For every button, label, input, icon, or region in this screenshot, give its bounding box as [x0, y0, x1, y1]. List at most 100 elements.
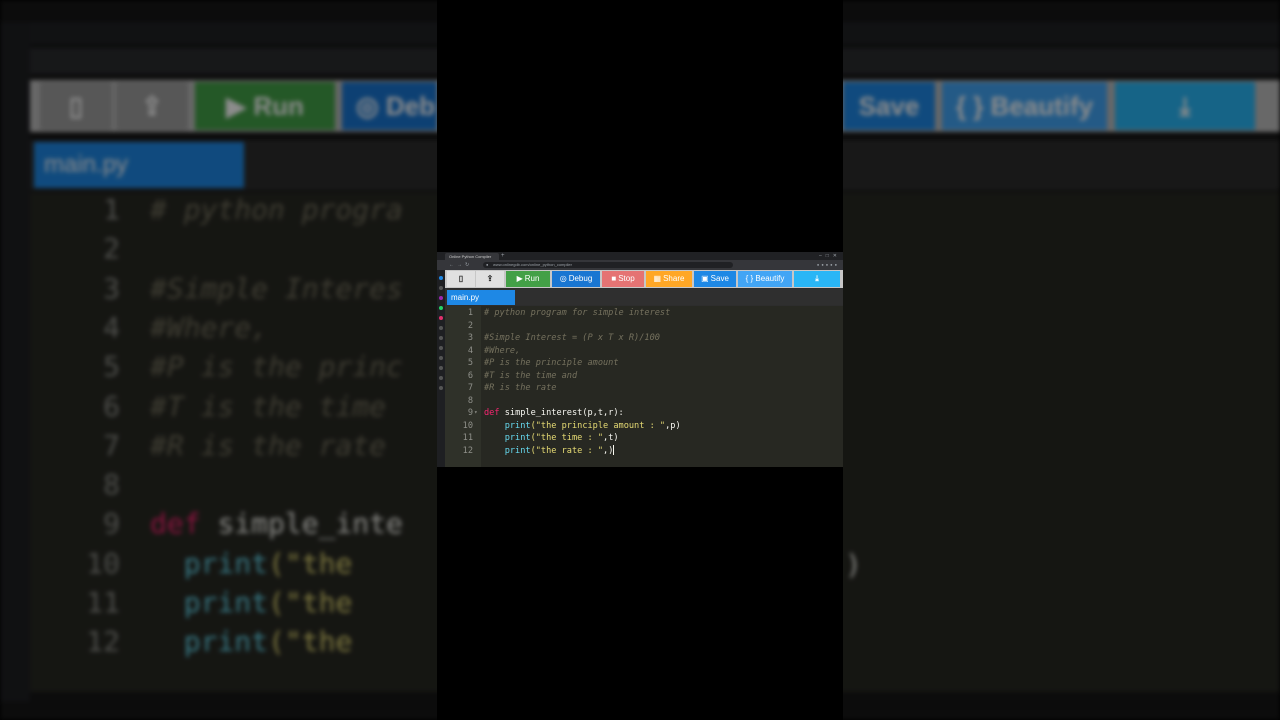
code-line: 5 #P is the principle amount	[445, 357, 843, 370]
line-number: 12	[462, 445, 473, 456]
share-button[interactable]: ▦ Share	[646, 271, 692, 287]
bg-line-number: 1	[103, 193, 120, 226]
browser-side-panel	[437, 270, 445, 467]
window-controls[interactable]: –□✕	[819, 252, 841, 260]
file-tab-row: main.py	[445, 289, 843, 305]
bg-code-line: 1 # python progra	[60, 193, 403, 226]
string-literal: ("the principle amount : "	[530, 420, 666, 431]
bg-upload-icon: ⇪	[116, 82, 188, 130]
code-text: print("the principle amount : ",p)	[484, 420, 681, 433]
bg-function-name: simple_inte	[217, 507, 403, 541]
whatsapp-icon[interactable]	[439, 306, 443, 310]
lock-icon: ●	[486, 262, 489, 267]
app-icon[interactable]	[439, 336, 443, 340]
bg-code-line: 5 #P is the princ	[60, 350, 403, 383]
bg-code-line: 8	[60, 468, 150, 501]
fold-arrow-icon: ▾	[474, 409, 478, 416]
bg-code-line: 12 print("the	[60, 625, 352, 658]
bg-code-line: 11 print("the	[60, 586, 352, 619]
bg-keyword: def	[150, 507, 218, 541]
params: (p,t,r):	[582, 408, 624, 418]
run-button[interactable]: ▶ Run	[506, 271, 550, 287]
bg-line-number: 10	[86, 546, 120, 580]
string-literal: ("the time : "	[530, 433, 604, 443]
code-line: 6 #T is the time and	[445, 370, 843, 383]
code-line: 3 #Simple Interest = (P x T x R)/100	[445, 332, 843, 345]
code-text: # python program for simple interest	[484, 307, 670, 320]
bg-code-line: 2	[60, 232, 150, 265]
arguments: ,t)	[603, 433, 619, 443]
line-number: 7	[467, 383, 473, 393]
bg-line-number: 5	[103, 350, 120, 384]
app-icon[interactable]	[439, 386, 443, 390]
app-icon[interactable]	[439, 326, 443, 330]
debug-button[interactable]: ◎ Debug	[552, 271, 600, 287]
bg-line-number: 12	[86, 625, 120, 659]
line-number: 4	[467, 345, 473, 356]
app-icon[interactable]	[439, 296, 443, 300]
upload-icon[interactable]: ⇪	[476, 271, 504, 287]
code-line: 10 print("the principle amount : ",p)	[445, 420, 843, 433]
save-button[interactable]: ▣ Save	[694, 271, 736, 287]
browser-window: Online Python Compiler + –□✕ ←→↻ ● www.o…	[437, 252, 843, 467]
line-number: 2	[467, 320, 473, 331]
nav-arrows-icon[interactable]: ←→↻	[449, 260, 472, 270]
bg-code-line: 10 print("the	[60, 547, 352, 580]
app-icon[interactable]	[439, 366, 443, 370]
bg-right-tail: )	[845, 548, 862, 581]
app-icon[interactable]	[439, 346, 443, 350]
app-icon[interactable]	[439, 286, 443, 290]
extension-icons[interactable]: ●●●●●	[817, 260, 839, 270]
bg-string: ("the	[268, 586, 353, 619]
bg-beautify-button: { } Beautify	[942, 82, 1107, 130]
code-text: print("the time : ",t)	[484, 432, 619, 445]
bg-code-line: 9 def simple_inte	[60, 507, 403, 540]
bg-comment: #P is the princ	[150, 350, 403, 384]
comment-text: # python program for simple interest	[484, 308, 671, 318]
line-number: 3	[467, 333, 473, 343]
url-input[interactable]: ● www.onlinegdb.com/online_python_compil…	[483, 262, 733, 268]
debug-icon: ◎	[559, 274, 567, 283]
beautify-button[interactable]: { } Beautify	[738, 271, 792, 287]
browser-tab[interactable]: Online Python Compiler	[445, 253, 499, 260]
code-line: 9 ▾ def simple_interest(p,t,r):	[445, 407, 843, 420]
bg-run-button: ▶ Run	[195, 82, 335, 130]
bg-code-line: 7 #R is the rate	[60, 429, 386, 462]
app-icon[interactable]	[439, 376, 443, 380]
code-line: 8	[445, 395, 843, 408]
line-number: 9	[467, 408, 473, 418]
builtin-call: print	[504, 420, 531, 431]
bg-line-number: 7	[103, 428, 120, 462]
bg-code-line: 3 #Simple Interes	[60, 272, 403, 305]
app-icon[interactable]	[439, 356, 443, 360]
instagram-icon[interactable]	[439, 316, 443, 320]
new-tab-icon[interactable]: +	[501, 252, 505, 260]
code-editor[interactable]: 1 # python program for simple interest 2 3 #…	[445, 306, 843, 467]
line-number: 6	[467, 370, 473, 381]
bg-line-number: 11	[86, 586, 120, 619]
url-text: www.onlinegdb.com/online_python_compiler	[493, 262, 572, 267]
bg-code-line: 6 #T is the time	[60, 390, 386, 423]
download-icon[interactable]: ⤓	[794, 271, 840, 287]
file-tab-main[interactable]: main.py	[447, 290, 515, 305]
stop-icon: ■	[611, 274, 617, 283]
comment-text: #Simple Interest = (P x T x R)/100	[484, 333, 660, 343]
app-icon[interactable]	[439, 276, 443, 280]
line-number: 11	[462, 433, 473, 443]
file-icon[interactable]: ▯	[447, 271, 475, 287]
bg-line-number: 2	[103, 232, 120, 266]
code-text: #P is the principle amount	[484, 357, 619, 370]
code-text: def simple_interest(p,t,r):	[484, 407, 624, 420]
bg-save-button: Save	[843, 82, 935, 130]
function-name: simple_interest	[504, 408, 583, 418]
arguments: ,p)	[665, 420, 681, 431]
bg-code-line: 4 #Where,	[60, 311, 268, 344]
bg-builtin: print	[183, 546, 269, 580]
bg-sidebar	[0, 22, 30, 702]
bg-string: ("the	[268, 546, 353, 580]
ide-toolbar: ▯ ⇪ ▶ Run ◎ Debug ■ Stop ▦ Share ▣ Save { } B…	[445, 270, 843, 288]
stop-button[interactable]: ■ Stop	[602, 271, 644, 287]
